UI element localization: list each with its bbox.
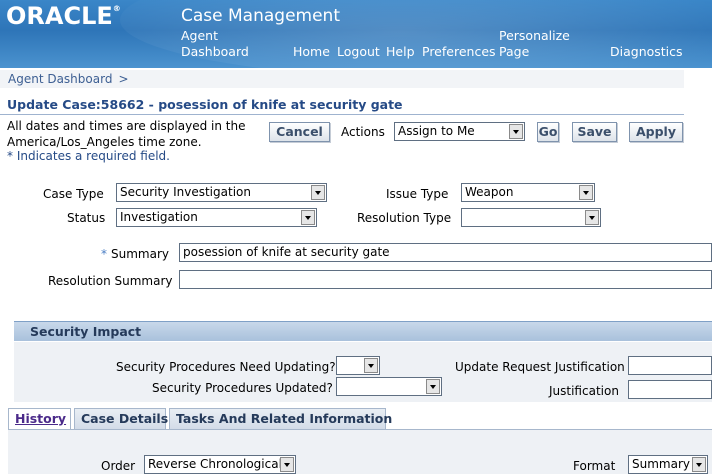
summary-input[interactable]: posession of knife at security gate	[179, 243, 712, 262]
oracle-logo: ORACLE®	[6, 2, 121, 30]
save-button[interactable]: Save	[572, 122, 617, 142]
format-select[interactable]: Summary	[628, 455, 708, 474]
issue-type-value: Weapon	[465, 185, 514, 199]
justification-label: Justification	[549, 384, 619, 398]
page-title: Update Case:58662 - posession of knife a…	[7, 97, 403, 112]
title-divider	[0, 114, 684, 115]
update-request-justification-input[interactable]	[628, 356, 712, 375]
need-updating-select[interactable]	[336, 356, 380, 375]
chevron-down-icon[interactable]	[364, 358, 378, 373]
required-field-note: * Indicates a required field.	[7, 149, 170, 163]
nav-logout[interactable]: Logout	[337, 44, 380, 60]
go-button[interactable]: Go	[537, 122, 559, 142]
app-header: ORACLE® Case Management Agent Dashboard …	[0, 0, 712, 68]
required-marker: *	[101, 247, 107, 261]
chevron-down-icon[interactable]	[692, 457, 706, 472]
nav-personalize-page[interactable]: Personalize Page	[499, 28, 570, 60]
case-type-select[interactable]: Security Investigation	[116, 183, 327, 202]
issue-type-label: Issue Type	[386, 187, 449, 201]
actions-select[interactable]: Assign to Me	[394, 122, 525, 141]
procedures-updated-select[interactable]	[336, 377, 442, 396]
order-value: Reverse Chronological	[148, 457, 282, 471]
resolution-type-label: Resolution Type	[357, 211, 452, 225]
update-request-justification-label: Update Request Justification	[455, 360, 625, 374]
nav-preferences[interactable]: Preferences	[422, 44, 496, 60]
issue-type-select[interactable]: Weapon	[461, 183, 595, 202]
nav-diagnostics[interactable]: Diagnostics	[610, 44, 683, 60]
order-label: Order	[101, 459, 136, 473]
order-select[interactable]: Reverse Chronological	[144, 455, 296, 474]
format-value: Summary	[632, 457, 690, 471]
nav-help[interactable]: Help	[386, 44, 415, 60]
chevron-down-icon[interactable]	[426, 379, 440, 394]
status-label: Status	[67, 211, 106, 225]
breadcrumb-trail: Agent Dashboard >	[8, 72, 129, 86]
resolution-summary-input[interactable]	[179, 270, 712, 289]
breadcrumb-separator: >	[118, 72, 129, 86]
summary-label-row: * Summary	[101, 247, 169, 261]
breadcrumb-agent-dashboard[interactable]: Agent Dashboard	[8, 72, 112, 86]
need-updating-label: Security Procedures Need Updating?	[116, 360, 336, 374]
nav-agent-dashboard[interactable]: Agent Dashboard	[181, 28, 249, 60]
breadcrumb: Agent Dashboard >	[0, 70, 684, 88]
cancel-button[interactable]: Cancel	[269, 122, 330, 142]
case-type-label: Case Type	[43, 187, 104, 201]
resolution-type-select[interactable]	[461, 208, 601, 227]
security-impact-title: Security Impact	[30, 324, 142, 339]
registered-mark: ®	[112, 4, 121, 13]
chevron-down-icon[interactable]	[301, 210, 315, 225]
apply-button[interactable]: Apply	[629, 122, 683, 142]
chevron-down-icon[interactable]	[311, 185, 325, 200]
resolution-summary-label: Resolution Summary	[48, 274, 173, 288]
chevron-down-icon[interactable]	[280, 457, 294, 472]
actions-label: Actions	[341, 125, 385, 139]
security-impact-header: Security Impact	[14, 321, 712, 341]
tab-history[interactable]: History	[8, 408, 71, 429]
summary-label: Summary	[111, 247, 169, 261]
tab-tasks-and-related-information[interactable]: Tasks And Related Information	[169, 408, 392, 429]
status-value: Investigation	[120, 210, 198, 224]
chevron-down-icon[interactable]	[579, 185, 593, 200]
justification-input[interactable]	[628, 380, 712, 399]
app-title: Case Management	[181, 6, 340, 26]
timezone-note: All dates and times are displayed in the…	[7, 119, 246, 149]
status-select[interactable]: Investigation	[116, 208, 317, 227]
chevron-down-icon[interactable]	[509, 124, 523, 139]
procedures-updated-label: Security Procedures Updated?	[152, 381, 333, 395]
case-type-value: Security Investigation	[120, 185, 251, 199]
actions-select-value: Assign to Me	[398, 124, 475, 138]
chevron-down-icon[interactable]	[585, 210, 599, 225]
format-label: Format	[573, 459, 616, 473]
nav-home[interactable]: Home	[293, 44, 330, 60]
tab-case-details[interactable]: Case Details	[74, 408, 168, 429]
